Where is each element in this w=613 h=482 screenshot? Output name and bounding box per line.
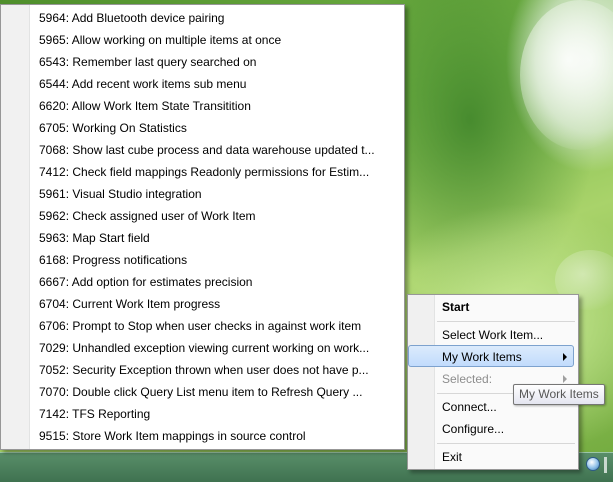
work-item[interactable]: 7052: Security Exception thrown when use… <box>39 359 399 381</box>
work-item[interactable]: 7142: TFS Reporting <box>39 403 399 425</box>
work-item[interactable]: 5962: Check assigned user of Work Item <box>39 205 399 227</box>
work-item[interactable]: 5964: Add Bluetooth device pairing <box>39 7 399 29</box>
work-item[interactable]: 6706: Prompt to Stop when user checks in… <box>39 315 399 337</box>
work-item[interactable]: 6667: Add option for estimates precision <box>39 271 399 293</box>
menu-gutter <box>408 295 435 469</box>
menu-gutter <box>1 5 30 449</box>
work-item[interactable]: 6620: Allow Work Item State Transitition <box>39 95 399 117</box>
tooltip: My Work Items <box>513 384 605 405</box>
work-item[interactable]: 5961: Visual Studio integration <box>39 183 399 205</box>
work-item[interactable]: 7029: Unhandled exception viewing curren… <box>39 337 399 359</box>
submenu-arrow-icon <box>563 353 567 361</box>
work-item[interactable]: 6704: Current Work Item progress <box>39 293 399 315</box>
work-item[interactable]: 7070: Double click Query List menu item … <box>39 381 399 403</box>
start-menu-item[interactable]: Start <box>442 296 469 318</box>
work-item[interactable]: 9515: Store Work Item mappings in source… <box>39 425 399 447</box>
selected-menu-item: Selected: <box>442 372 493 386</box>
configure-menu-item[interactable]: Configure... <box>442 418 504 440</box>
menu-separator <box>437 443 575 444</box>
select-work-item-menu-item[interactable]: Select Work Item... <box>442 324 543 346</box>
my-work-items-menu-item[interactable]: My Work Items <box>442 346 522 368</box>
work-item[interactable]: 6543: Remember last query searched on <box>39 51 399 73</box>
work-items-list-menu: 5964: Add Bluetooth device pairing 5965:… <box>0 4 405 450</box>
work-item[interactable]: 5965: Allow working on multiple items at… <box>39 29 399 51</box>
show-desktop-button[interactable] <box>604 457 607 473</box>
exit-menu-item[interactable]: Exit <box>442 446 462 468</box>
menu-separator <box>437 321 575 322</box>
connect-menu-item[interactable]: Connect... <box>442 396 497 418</box>
work-item[interactable]: 7068: Show last cube process and data wa… <box>39 139 399 161</box>
work-item[interactable]: 6168: Progress notifications <box>39 249 399 271</box>
work-item[interactable]: 7412: Check field mappings Readonly perm… <box>39 161 399 183</box>
submenu-arrow-icon <box>563 375 567 383</box>
work-item[interactable]: 6705: Working On Statistics <box>39 117 399 139</box>
work-items-tray-icon[interactable] <box>586 457 600 471</box>
wallpaper-highlight <box>520 0 613 150</box>
work-item[interactable]: 6544: Add recent work items sub menu <box>39 73 399 95</box>
work-item[interactable]: 5963: Map Start field <box>39 227 399 249</box>
